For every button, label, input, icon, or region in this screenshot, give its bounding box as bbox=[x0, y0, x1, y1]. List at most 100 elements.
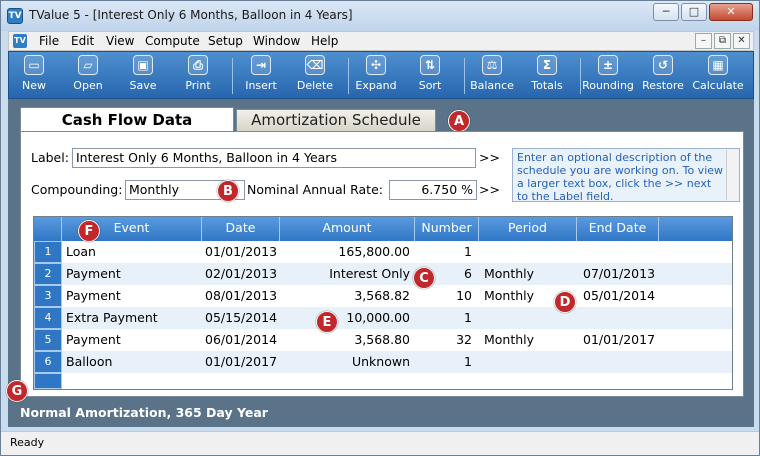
rounding-button[interactable]: ± Rounding bbox=[580, 55, 636, 97]
app-icon: TV bbox=[7, 8, 23, 24]
insert-button[interactable]: ⇥ Insert bbox=[233, 55, 289, 97]
callout-c: C bbox=[413, 267, 435, 289]
cell-event[interactable]: Payment bbox=[66, 332, 121, 347]
label-expand-button[interactable]: >> bbox=[479, 150, 500, 165]
cell-date[interactable]: 01/01/2017 bbox=[205, 354, 277, 369]
table-row[interactable]: Loan 01/01/2013 165,800.00 1 bbox=[62, 241, 732, 263]
tab-amortization-schedule[interactable]: Amortization Schedule bbox=[236, 109, 436, 131]
cash-flow-panel: Label: Interest Only 6 Months, Balloon i… bbox=[20, 131, 744, 397]
nominal-rate-field[interactable]: 6.750 % bbox=[389, 180, 477, 200]
restore-icon: ↺ bbox=[653, 55, 673, 75]
callout-f: F bbox=[78, 220, 100, 242]
maximize-button[interactable]: □ bbox=[681, 3, 707, 21]
menu-help[interactable]: Help bbox=[311, 34, 338, 48]
totals-button[interactable]: Σ Totals bbox=[519, 55, 575, 97]
cell-amount[interactable]: Interest Only bbox=[280, 266, 410, 281]
cell-amount[interactable]: 165,800.00 bbox=[280, 244, 410, 259]
cell-period[interactable]: Monthly bbox=[484, 332, 534, 347]
cell-period[interactable]: Monthly bbox=[484, 266, 534, 281]
tab-cash-flow-data[interactable]: Cash Flow Data bbox=[20, 107, 234, 132]
cell-number[interactable]: 32 bbox=[416, 332, 472, 347]
cell-amount[interactable]: 3,568.82 bbox=[280, 288, 410, 303]
row-number[interactable]: 3 bbox=[34, 285, 62, 307]
table-row[interactable]: Balloon 01/01/2017 Unknown 1 bbox=[62, 351, 732, 373]
col-header-number[interactable]: Number bbox=[415, 217, 479, 241]
row-number[interactable]: 2 bbox=[34, 263, 62, 285]
cell-event[interactable]: Balloon bbox=[66, 354, 112, 369]
mdi-close-button[interactable]: ✕ bbox=[733, 33, 750, 49]
table-row[interactable]: Payment 06/01/2014 3,568.80 32 Monthly 0… bbox=[62, 329, 732, 351]
cell-amount[interactable]: 3,568.80 bbox=[280, 332, 410, 347]
print-button[interactable]: ⎙ Print bbox=[170, 55, 226, 97]
cell-end-date[interactable]: 05/01/2014 bbox=[583, 288, 655, 303]
mdi-restore-button[interactable]: ⧉ bbox=[714, 33, 731, 49]
cell-event[interactable]: Payment bbox=[66, 266, 121, 281]
cell-date[interactable]: 06/01/2014 bbox=[205, 332, 277, 347]
balance-scale-icon: ⚖ bbox=[482, 55, 502, 75]
cell-date[interactable]: 08/01/2013 bbox=[205, 288, 277, 303]
mdi-minimize-button[interactable]: – bbox=[695, 33, 712, 49]
status-text: Ready bbox=[10, 436, 45, 449]
cell-number[interactable]: 10 bbox=[416, 288, 472, 303]
menu-window[interactable]: Window bbox=[253, 34, 300, 48]
cell-end-date[interactable]: 01/01/2017 bbox=[583, 332, 655, 347]
row-number[interactable]: 1 bbox=[34, 241, 62, 263]
document-icon[interactable]: TV bbox=[13, 34, 27, 48]
rate-expand-button[interactable]: >> bbox=[479, 182, 500, 197]
col-header-end-date[interactable]: End Date bbox=[577, 217, 659, 241]
menu-compute[interactable]: Compute bbox=[145, 34, 200, 48]
description-scrollbar[interactable] bbox=[726, 150, 738, 200]
cell-date[interactable]: 05/15/2014 bbox=[205, 310, 277, 325]
restore-button[interactable]: ↺ Restore bbox=[635, 55, 691, 97]
cell-amount[interactable]: 10,000.00 bbox=[280, 310, 410, 325]
menu-bar: TV File Edit View Compute Setup Window H… bbox=[8, 31, 754, 51]
sort-button[interactable]: ⇅ Sort bbox=[402, 55, 458, 97]
cell-number[interactable]: 1 bbox=[416, 244, 472, 259]
title-bar: TV TValue 5 - [Interest Only 6 Months, B… bbox=[1, 1, 759, 31]
cell-number[interactable]: 1 bbox=[416, 310, 472, 325]
expand-button[interactable]: ✣ Expand bbox=[348, 55, 404, 97]
row-number-empty[interactable] bbox=[34, 373, 62, 389]
menu-view[interactable]: View bbox=[106, 34, 134, 48]
cell-number[interactable]: 1 bbox=[416, 354, 472, 369]
col-header-period[interactable]: Period bbox=[479, 217, 577, 241]
expand-icon: ✣ bbox=[366, 55, 386, 75]
menu-edit[interactable]: Edit bbox=[71, 34, 94, 48]
label-field[interactable]: Interest Only 6 Months, Balloon in 4 Yea… bbox=[72, 148, 476, 168]
cell-event[interactable]: Payment bbox=[66, 288, 121, 303]
toolbar: ▭ New ▱ Open ▣ Save ⎙ Print ⇥ Insert ⌫ Delete … bbox=[8, 51, 754, 99]
menu-file[interactable]: File bbox=[39, 34, 59, 48]
calculator-icon: ▦ bbox=[708, 55, 728, 75]
minimize-button[interactable]: ─ bbox=[653, 3, 679, 21]
status-bar: Ready bbox=[1, 431, 759, 455]
col-header-date[interactable]: Date bbox=[202, 217, 280, 241]
cell-period[interactable]: Monthly bbox=[484, 288, 534, 303]
row-number[interactable]: 6 bbox=[34, 351, 62, 373]
cell-event[interactable]: Loan bbox=[66, 244, 96, 259]
cell-event[interactable]: Extra Payment bbox=[66, 310, 158, 325]
insert-row-icon: ⇥ bbox=[251, 55, 271, 75]
cell-date[interactable]: 02/01/2013 bbox=[205, 266, 277, 281]
delete-row-icon: ⌫ bbox=[305, 55, 325, 75]
row-number[interactable]: 5 bbox=[34, 329, 62, 351]
table-row[interactable]: Payment 08/01/2013 3,568.82 10 Monthly 0… bbox=[62, 285, 732, 307]
label-caption: Label: bbox=[31, 150, 69, 165]
sort-icon: ⇅ bbox=[420, 55, 440, 75]
table-row[interactable]: Extra Payment 05/15/2014 10,000.00 1 bbox=[62, 307, 732, 329]
open-button[interactable]: ▱ Open bbox=[60, 55, 116, 97]
cell-date[interactable]: 01/01/2013 bbox=[205, 244, 277, 259]
new-button[interactable]: ▭ New bbox=[6, 55, 62, 97]
col-header-amount[interactable]: Amount bbox=[280, 217, 415, 241]
calculate-button[interactable]: ▦ Calculate bbox=[690, 55, 746, 97]
close-button[interactable]: ✕ bbox=[709, 3, 753, 21]
delete-button[interactable]: ⌫ Delete bbox=[287, 55, 343, 97]
save-button[interactable]: ▣ Save bbox=[115, 55, 171, 97]
row-number[interactable]: 4 bbox=[34, 307, 62, 329]
description-box[interactable]: Enter an optional description of the sch… bbox=[512, 148, 740, 203]
cell-end-date[interactable]: 07/01/2013 bbox=[583, 266, 655, 281]
balance-button[interactable]: ⚖ Balance bbox=[464, 55, 520, 97]
menu-setup[interactable]: Setup bbox=[208, 34, 243, 48]
cell-amount[interactable]: Unknown bbox=[280, 354, 410, 369]
app-window: TV TValue 5 - [Interest Only 6 Months, B… bbox=[0, 0, 760, 456]
table-row[interactable]: Payment 02/01/2013 Interest Only 6 Month… bbox=[62, 263, 732, 285]
